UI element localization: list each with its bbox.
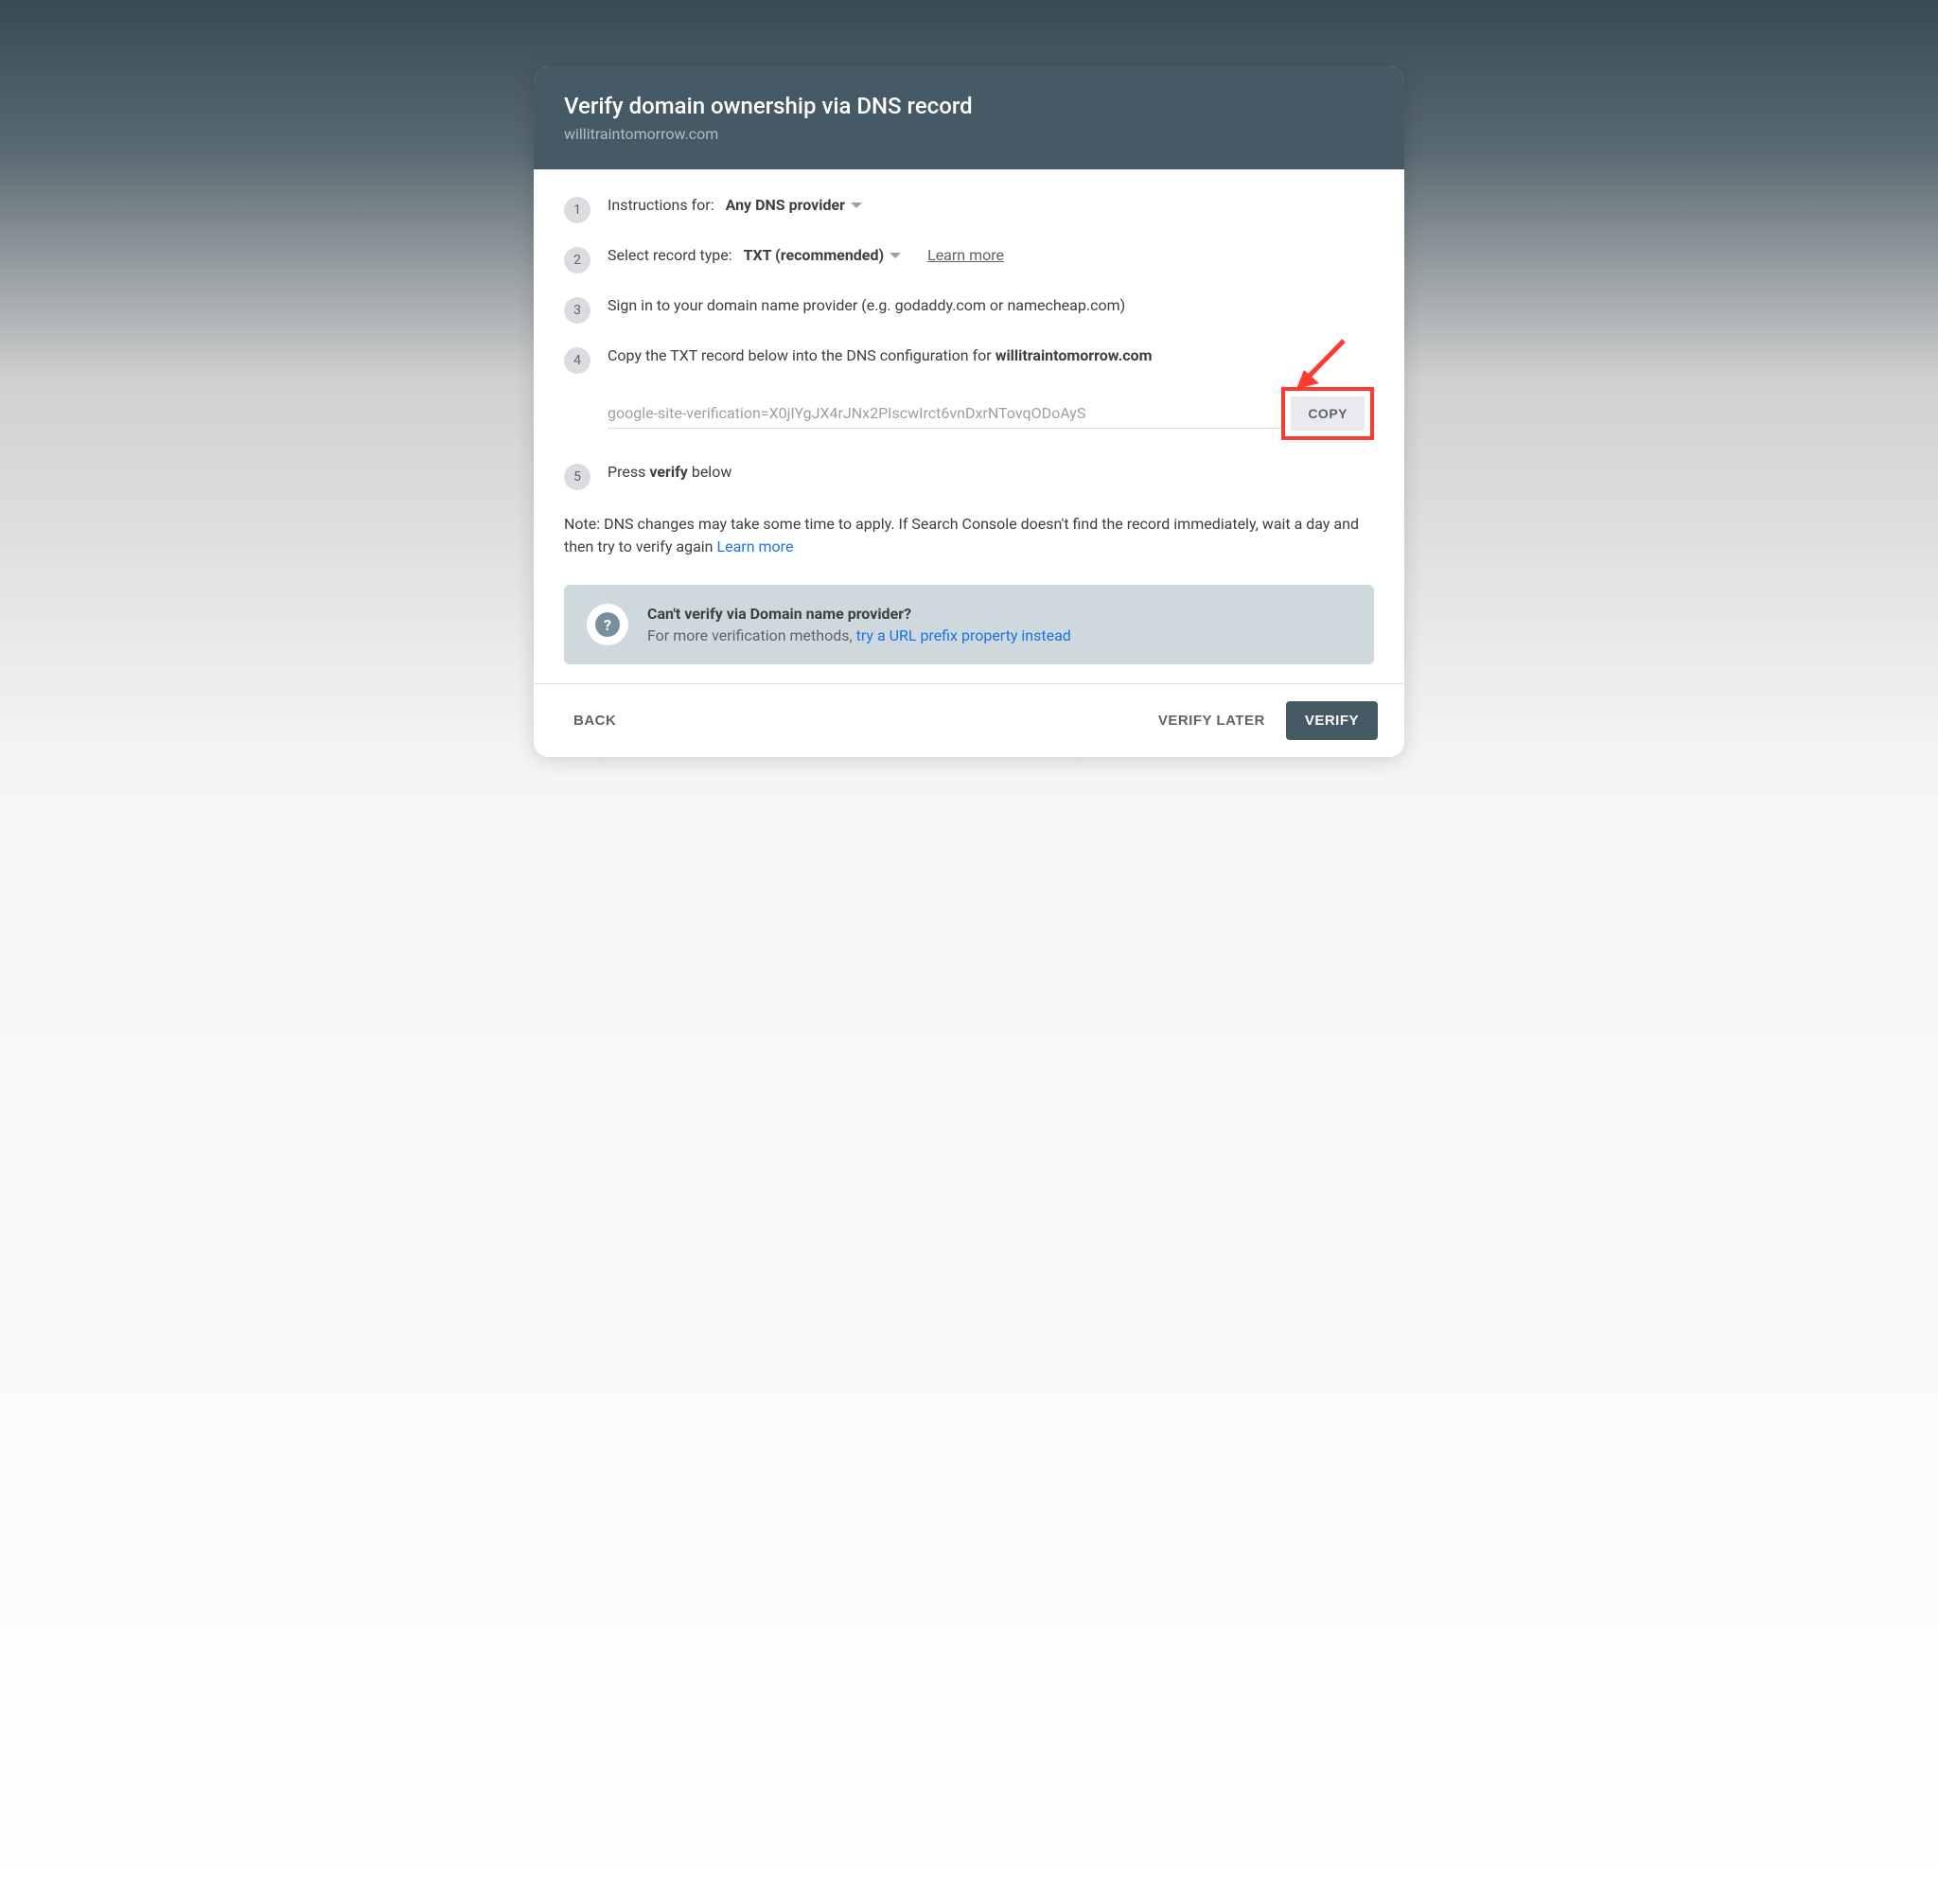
step-1: 1 Instructions for: Any DNS provider (564, 196, 1374, 223)
step-number-3: 3 (564, 297, 590, 324)
step-3-text: Sign in to your domain name provider (e.… (608, 296, 1374, 314)
dialog-content: 1 Instructions for: Any DNS provider 2 S… (534, 169, 1404, 683)
verify-later-button[interactable]: VERIFY LATER (1145, 703, 1278, 738)
dns-provider-dropdown[interactable]: Any DNS provider (726, 196, 862, 214)
question-mark-icon: ? (595, 612, 620, 637)
alt-title: Can't verify via Domain name provider? (647, 605, 1071, 623)
note-text: Note: DNS changes may take some time to … (564, 515, 1359, 555)
dialog-subtitle: willitraintomorrow.com (564, 125, 1374, 143)
alt-sub-prefix: For more verification methods, (647, 626, 856, 644)
instructions-for-label: Instructions for: (608, 196, 714, 214)
help-icon: ? (587, 604, 628, 645)
record-type-dropdown[interactable]: TXT (recommended) (744, 246, 901, 264)
verify-button[interactable]: VERIFY (1286, 701, 1378, 740)
dialog-header: Verify domain ownership via DNS record w… (534, 66, 1404, 169)
step-5-suffix: below (688, 463, 731, 481)
step-2-body: Select record type: TXT (recommended) Le… (608, 246, 1374, 264)
step-4-prefix: Copy the TXT record below into the DNS c… (608, 346, 995, 364)
step-1-body: Instructions for: Any DNS provider (608, 196, 1374, 214)
back-button[interactable]: BACK (560, 703, 629, 738)
url-prefix-link[interactable]: try a URL prefix property instead (856, 626, 1071, 644)
txt-record-row: COPY (608, 387, 1374, 440)
step-4: 4 Copy the TXT record below into the DNS… (564, 346, 1374, 374)
step-4-text: Copy the TXT record below into the DNS c… (608, 346, 1374, 364)
step-5-text: Press verify below (608, 463, 1374, 481)
copy-highlight: COPY (1281, 387, 1374, 440)
step-4-domain: willitraintomorrow.com (995, 346, 1153, 364)
step-5-prefix: Press (608, 463, 649, 481)
dialog-title: Verify domain ownership via DNS record (564, 93, 1374, 119)
record-type-label: Select record type: (608, 246, 732, 264)
step-5-verify-word: verify (649, 463, 688, 481)
step-5: 5 Press verify below (564, 463, 1374, 490)
dialog-footer: BACK VERIFY LATER VERIFY (534, 683, 1404, 757)
step-number-4: 4 (564, 347, 590, 374)
dns-provider-value: Any DNS provider (726, 196, 845, 214)
step-3: 3 Sign in to your domain name provider (… (564, 296, 1374, 324)
step-number-5: 5 (564, 464, 590, 490)
alt-text: Can't verify via Domain name provider? F… (647, 605, 1071, 644)
txt-record-input[interactable] (608, 398, 1285, 429)
verify-domain-dialog: Verify domain ownership via DNS record w… (534, 66, 1404, 757)
alt-subtitle: For more verification methods, try a URL… (647, 626, 1071, 644)
record-type-value: TXT (recommended) (744, 246, 884, 264)
alternative-verification-box: ? Can't verify via Domain name provider?… (564, 585, 1374, 664)
copy-button[interactable]: COPY (1291, 397, 1365, 431)
learn-more-record-type-link[interactable]: Learn more (927, 246, 1004, 264)
step-2: 2 Select record type: TXT (recommended) … (564, 246, 1374, 273)
step-number-1: 1 (564, 197, 590, 223)
chevron-down-icon (890, 253, 901, 258)
dns-note: Note: DNS changes may take some time to … (564, 513, 1374, 558)
step-number-2: 2 (564, 247, 590, 273)
learn-more-note-link[interactable]: Learn more (716, 538, 793, 555)
chevron-down-icon (851, 203, 862, 208)
